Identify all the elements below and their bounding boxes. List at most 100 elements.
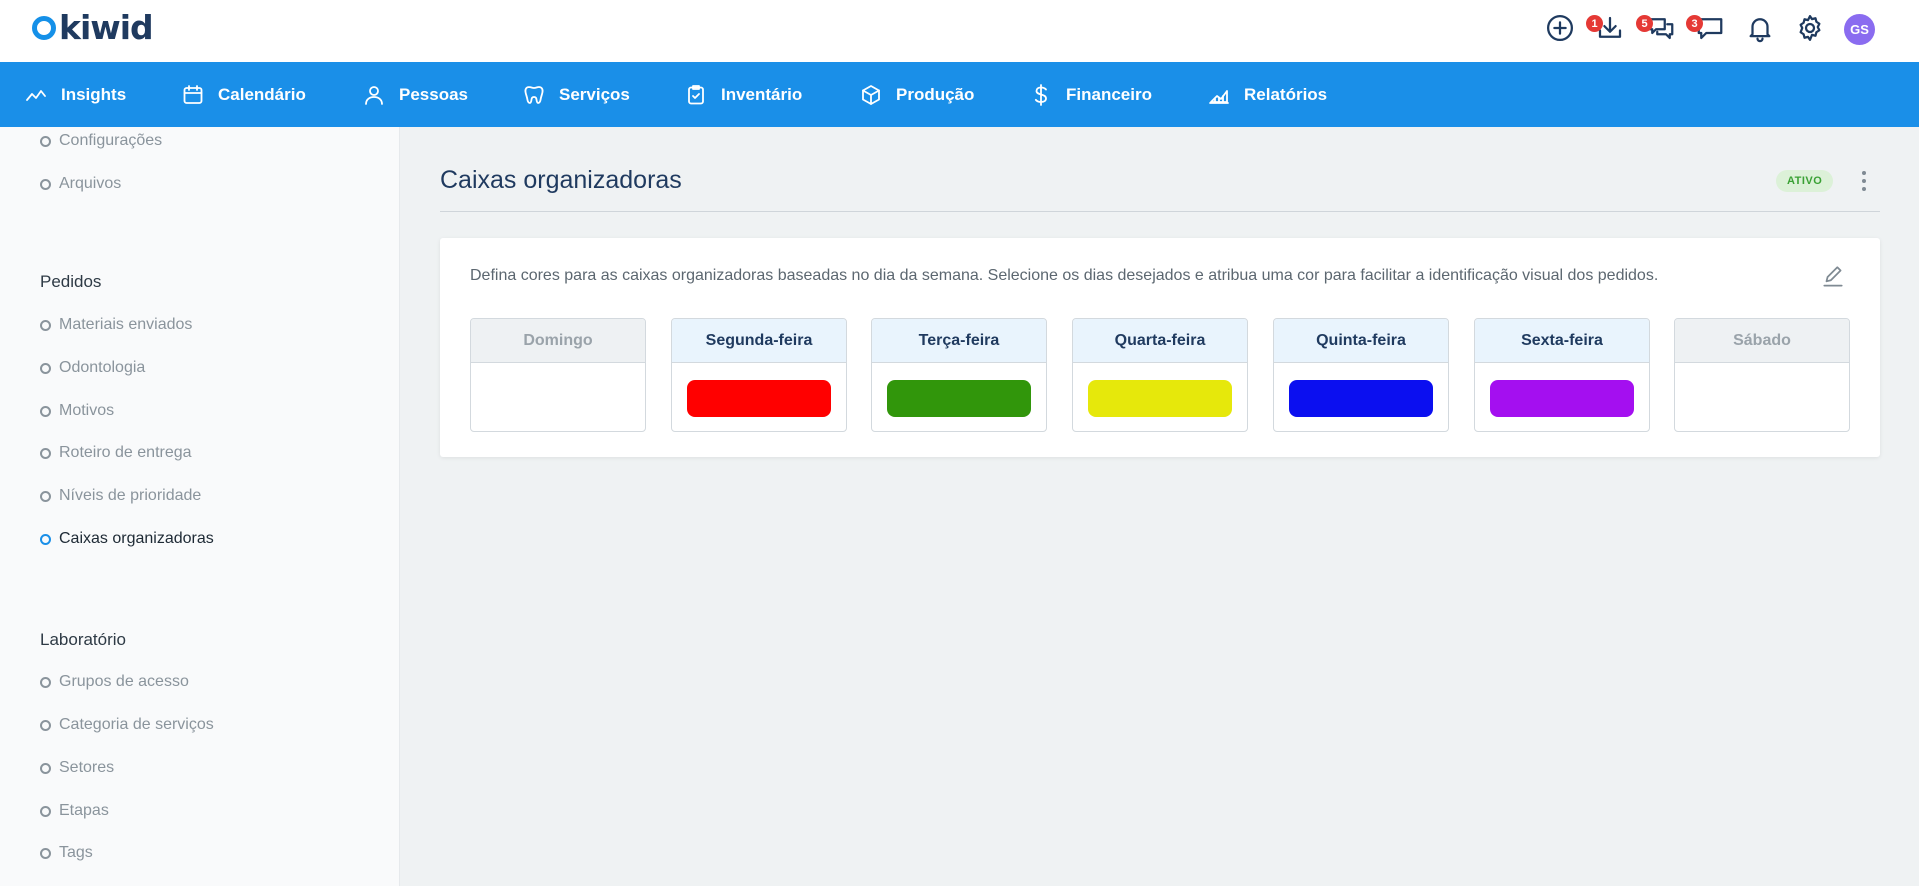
sidebar-item-label: Categoria de serviços (59, 716, 214, 733)
color-swatch[interactable] (1088, 380, 1232, 417)
color-swatch[interactable] (1490, 380, 1634, 417)
nav-item-label: Relatórios (1244, 84, 1328, 104)
sidebar-item-motivos[interactable]: Motivos (40, 402, 114, 420)
circle-bullet-icon (40, 676, 51, 688)
day-card-segunda-feira[interactable]: Segunda-feira (671, 318, 847, 432)
nav-item-label: Financeiro (1066, 84, 1152, 104)
nav-item-pessoas[interactable]: Pessoas (362, 62, 468, 127)
day-label: Domingo (471, 319, 645, 363)
organizer-boxes-card: Defina cores para as caixas organizadora… (440, 238, 1880, 457)
person-icon (365, 85, 383, 105)
sidebar-item-label: Arquivos (59, 175, 122, 192)
nav-item-label: Calendário (218, 84, 306, 104)
circle-bullet-icon (40, 533, 51, 545)
sidebar-item-label: Tags (59, 844, 93, 861)
sidebar-item-arquivos[interactable]: Arquivos (40, 175, 121, 193)
gear-icon[interactable] (1794, 12, 1826, 44)
day-card-quarta-feira[interactable]: Quarta-feira (1072, 318, 1248, 432)
day-label: Sexta-feira (1475, 319, 1649, 363)
sidebar-item-label: Motivos (59, 402, 115, 419)
add-circle-icon[interactable] (1544, 12, 1576, 44)
chart-area-icon (1209, 89, 1229, 104)
sidebar-item-label: Setores (59, 759, 115, 776)
circle-bullet-icon (40, 805, 51, 817)
sidebar-item-setores[interactable]: Setores (40, 759, 114, 777)
sidebar-item-odontologia[interactable]: Odontologia (40, 359, 145, 377)
day-label: Segunda-feira (672, 319, 846, 363)
day-card-domingo[interactable]: Domingo (470, 318, 646, 432)
sidebar-item-etapas[interactable]: Etapas (40, 802, 109, 820)
sidebar-item-label: Configurações (59, 132, 163, 149)
sidebar-item-categoria-de-servicos[interactable]: Categoria de serviços (40, 716, 214, 734)
sidebar-item-materiais-enviados[interactable]: Materiais enviados (40, 316, 192, 334)
circle-bullet-icon (40, 490, 51, 502)
user-avatar[interactable]: GS (1844, 14, 1875, 45)
sidebar-item-label: Materiais enviados (59, 316, 193, 333)
sidebar-item-roteiro-de-entrega[interactable]: Roteiro de entrega (40, 444, 192, 462)
sidebar-item-label: Níveis de prioridade (59, 487, 202, 504)
sidebar-item-caixas-organizadoras[interactable]: Caixas organizadoras (40, 530, 214, 548)
box-icon (862, 84, 880, 105)
nav-item-relatorios[interactable]: Relatórios (1207, 62, 1327, 127)
title-divider (440, 211, 1880, 212)
day-label: Sábado (1675, 319, 1849, 363)
download-badge: 1 (1586, 15, 1603, 32)
kiwid-logo[interactable]: kiwid (32, 10, 154, 46)
sidebar: Configurações Arquivos Pedidos Materiais… (0, 127, 400, 886)
circle-bullet-icon (40, 319, 51, 331)
sidebar-item-label: Odontologia (59, 359, 146, 376)
logo-mark-icon (32, 16, 56, 40)
color-swatch[interactable] (887, 380, 1031, 417)
sidebar-item-configuracoes[interactable]: Configurações (40, 132, 162, 150)
dollar-icon (1034, 83, 1047, 106)
nav-item-label: Insights (61, 84, 127, 104)
nav-item-financeiro[interactable]: Financeiro (1029, 62, 1152, 127)
day-card-sexta-feira[interactable]: Sexta-feira (1474, 318, 1650, 432)
chat-badge: 5 (1636, 15, 1653, 32)
nav-item-label: Inventário (721, 84, 803, 104)
day-card-terca-feira[interactable]: Terça-feira (871, 318, 1047, 432)
trend-line-icon (26, 89, 46, 101)
status-badge: ATIVO (1776, 170, 1834, 192)
top-bar: kiwid 1 5 3 GS (0, 0, 1919, 62)
nav-item-calendario[interactable]: Calendário (181, 62, 306, 127)
day-label: Quinta-feira (1274, 319, 1448, 363)
card-description: Defina cores para as caixas organizadora… (470, 267, 1659, 284)
page-title: Caixas organizadoras (440, 166, 682, 194)
nav-item-label: Produção (896, 84, 975, 104)
nav-item-inventario[interactable]: Inventário (684, 62, 802, 127)
tooth-icon (524, 85, 544, 104)
circle-bullet-icon (40, 762, 51, 774)
sidebar-item-label: Roteiro de entrega (59, 444, 192, 461)
sidebar-item-label: Caixas organizadoras (59, 530, 214, 547)
day-label: Quarta-feira (1073, 319, 1247, 363)
clipboard-icon (688, 84, 704, 104)
nav-item-servicos[interactable]: Serviços (522, 62, 630, 127)
circle-bullet-icon (40, 719, 51, 731)
sidebar-item-niveis-de-prioridade[interactable]: Níveis de prioridade (40, 487, 201, 505)
calendar-icon (183, 84, 203, 104)
day-card-quinta-feira[interactable]: Quinta-feira (1273, 318, 1449, 432)
circle-bullet-icon (40, 178, 51, 190)
nav-item-producao[interactable]: Produção (859, 62, 974, 127)
sidebar-item-grupos-de-acesso[interactable]: Grupos de acesso (40, 673, 189, 691)
more-options-icon[interactable] (1856, 168, 1872, 194)
color-swatch[interactable] (687, 380, 831, 417)
sidebar-item-label: Grupos de acesso (59, 673, 189, 690)
nav-item-label: Pessoas (399, 84, 468, 104)
circle-bullet-icon (40, 847, 51, 859)
main-nav: Insights Calendário Pessoas Serviços Inv… (0, 62, 1919, 127)
nav-item-label: Serviços (559, 84, 630, 104)
sidebar-item-label: Etapas (59, 802, 109, 819)
day-label: Terça-feira (872, 319, 1046, 363)
circle-bullet-icon (40, 135, 51, 147)
circle-bullet-icon (40, 362, 51, 374)
bell-icon[interactable] (1744, 12, 1776, 44)
sidebar-group-title: Laboratório (40, 630, 127, 649)
sidebar-item-tags[interactable]: Tags (40, 844, 93, 862)
day-card-sabado[interactable]: Sábado (1674, 318, 1850, 432)
edit-pencil-icon[interactable] (1820, 264, 1846, 290)
nav-item-insights[interactable]: Insights (24, 62, 126, 127)
color-swatch[interactable] (1289, 380, 1433, 417)
circle-bullet-icon (40, 447, 51, 459)
